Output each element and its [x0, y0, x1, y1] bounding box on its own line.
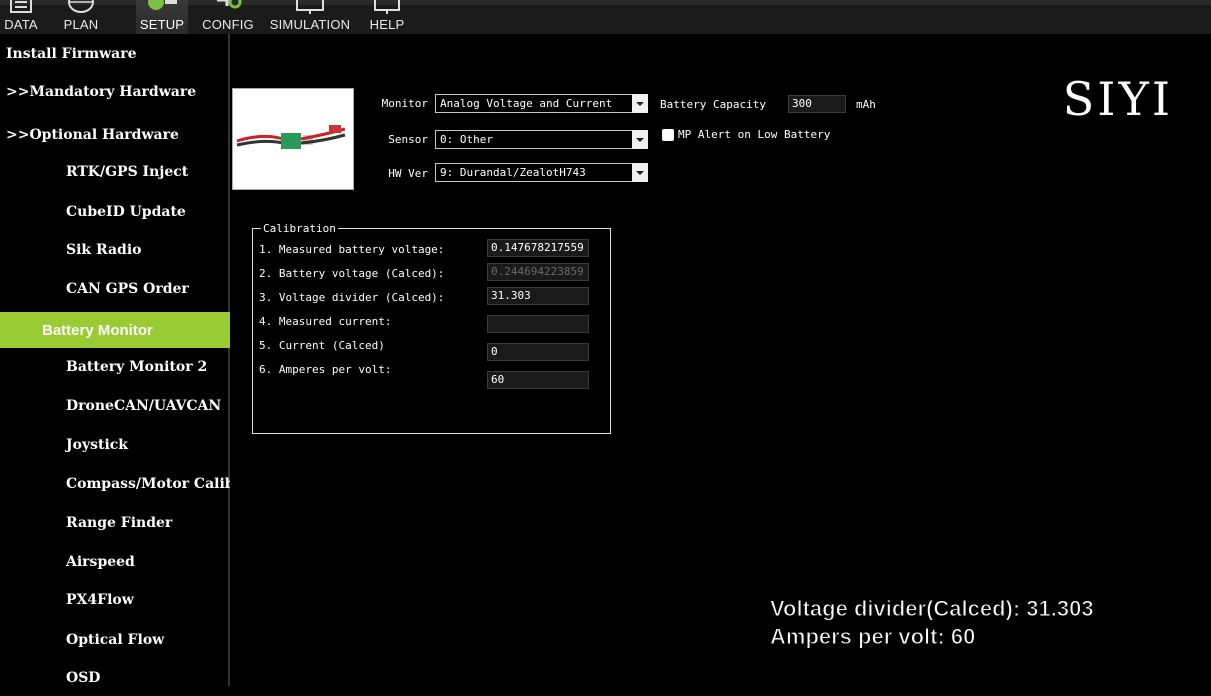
overlay-amperes-per-volt: Ampers per volt: 60 [769, 624, 976, 650]
sidebar-item-label: PX4Flow [66, 592, 134, 608]
chevron-down-icon[interactable] [632, 130, 648, 149]
toolbar-simulation-label: SIMULATION [269, 17, 351, 32]
sidebar-item-battery-monitor[interactable]: Battery Monitor [0, 312, 246, 348]
voltage-divider-value: 31.303 [491, 289, 531, 302]
calibration-group: Calibration 1. Measured battery voltage:… [252, 222, 611, 434]
sidebar-item-install-firmware[interactable]: Install Firmware [0, 36, 234, 72]
voltage-divider-label: 3. Voltage divider (Calced): [259, 291, 445, 304]
sidebar-item-label: Sik Radio [66, 242, 142, 258]
hw-ver-select[interactable]: 9: Durandal/ZealotH743 [435, 163, 648, 182]
measured-voltage-input[interactable]: 0.147678217559 [487, 239, 589, 257]
measured-current-input[interactable] [487, 315, 589, 333]
overlay-voltage-divider: Voltage divider(Calced): 31.303 [770, 596, 1095, 622]
toolbar-config-button[interactable]: CONFIG [199, 0, 257, 34]
current-calced-input[interactable]: 0 [487, 343, 589, 361]
help-icon [374, 0, 400, 14]
sidebar-item-label: CAN GPS Order [66, 281, 189, 297]
battery-sensor-image [232, 88, 354, 190]
sidebar-item-label: Joystick [66, 437, 128, 453]
chevron-down-icon[interactable] [632, 94, 648, 113]
battery-voltage-calced-label: 2. Battery voltage (Calced): [259, 267, 445, 280]
toolbar-config-label: CONFIG [202, 17, 254, 32]
sidebar-item-label: Install Firmware [6, 46, 137, 62]
power-module-picture [236, 125, 346, 149]
battery-voltage-calced-field: 0.244694223859 [487, 263, 589, 281]
low-battery-alert-label: MP Alert on Low Battery [678, 128, 831, 141]
measured-current-label: 4. Measured current: [259, 315, 392, 328]
hw-ver-select-value: 9: Durandal/ZealotH743 [440, 166, 586, 179]
low-battery-alert-checkbox[interactable] [662, 129, 674, 141]
sidebar-item-label: CubeID Update [66, 204, 186, 220]
sidebar-item-label: DroneCAN/UAVCAN [66, 398, 222, 414]
amperes-per-volt-input[interactable]: 60 [487, 371, 589, 389]
sensor-select[interactable]: 0: Other [435, 130, 648, 149]
current-calced-value: 0 [491, 345, 498, 358]
wrench-icon [217, 0, 242, 9]
amperes-per-volt-label: 6. Amperes per volt: [259, 363, 392, 376]
hw-ver-label: HW Ver [388, 167, 428, 180]
sidebar-item-label: Optical Flow [66, 632, 165, 648]
sidebar-item-label: Battery Monitor 2 [66, 359, 208, 375]
voltage-divider-input[interactable]: 31.303 [487, 287, 589, 305]
siyi-logo: SIYI [1062, 72, 1173, 126]
toolbar-setup-button[interactable]: SETUP [136, 0, 188, 34]
battery-monitor-panel: SIYI Monitor Analog Voltage and Current … [230, 34, 1211, 686]
toolbar-help-button[interactable]: HELP [368, 0, 406, 34]
sidebar-item-label: OSD [66, 670, 101, 686]
sidebar-item-label: Airspeed [66, 554, 135, 570]
globe-icon [68, 0, 94, 13]
setup-sidebar: Install Firmware >>Mandatory Hardware >>… [0, 34, 246, 686]
battery-capacity-value: 300 [792, 97, 812, 110]
battery-capacity-input[interactable]: 300 [788, 95, 846, 113]
chevron-down-icon[interactable] [632, 163, 648, 182]
setup-icon [148, 0, 177, 10]
toolbar-setup-label: SETUP [139, 17, 185, 32]
battery-capacity-label: Battery Capacity [660, 98, 766, 111]
monitor-label: Monitor [381, 97, 428, 110]
current-calced-label: 5. Current (Calced) [259, 339, 385, 352]
calibration-title: Calibration [261, 222, 338, 235]
measured-voltage-label: 1. Measured battery voltage: [259, 243, 445, 256]
toolbar-help-label: HELP [369, 17, 405, 32]
top-toolbar: DATA PLAN SETUP CONFIG SIMULATION HELP [0, 0, 1211, 34]
sidebar-item-mandatory-hardware[interactable]: >>Mandatory Hardware [0, 74, 234, 110]
toolbar-plan-label: PLAN [63, 17, 99, 32]
sidebar-item-label: Range Finder [66, 515, 173, 531]
toolbar-data-button[interactable]: DATA [0, 0, 42, 34]
monitor-select-value: Analog Voltage and Current [440, 97, 613, 110]
sidebar-item-label: Battery Monitor [42, 321, 153, 339]
toolbar-simulation-button[interactable]: SIMULATION [266, 0, 354, 34]
monitor-icon [10, 0, 32, 13]
capacity-unit-label: mAh [856, 98, 876, 111]
sidebar-item-label: >>Optional Hardware [6, 127, 179, 143]
simulation-icon [296, 0, 324, 14]
monitor-select[interactable]: Analog Voltage and Current [435, 94, 648, 113]
sidebar-item-label: >>Mandatory Hardware [6, 84, 197, 100]
sensor-label: Sensor [388, 133, 428, 146]
amperes-per-volt-value: 60 [491, 373, 505, 386]
measured-voltage-value: 0.147678217559 [491, 241, 584, 254]
sidebar-item-label: RTK/GPS Inject [66, 164, 189, 180]
toolbar-data-label: DATA [4, 17, 38, 32]
sidebar-item-optional-hardware[interactable]: >>Optional Hardware [0, 117, 234, 153]
battery-voltage-calced-value: 0.244694223859 [491, 265, 584, 278]
toolbar-plan-button[interactable]: PLAN [56, 0, 106, 34]
sensor-select-value: 0: Other [440, 133, 493, 146]
sidebar-item-label: Compass/Motor Calib [66, 476, 235, 492]
